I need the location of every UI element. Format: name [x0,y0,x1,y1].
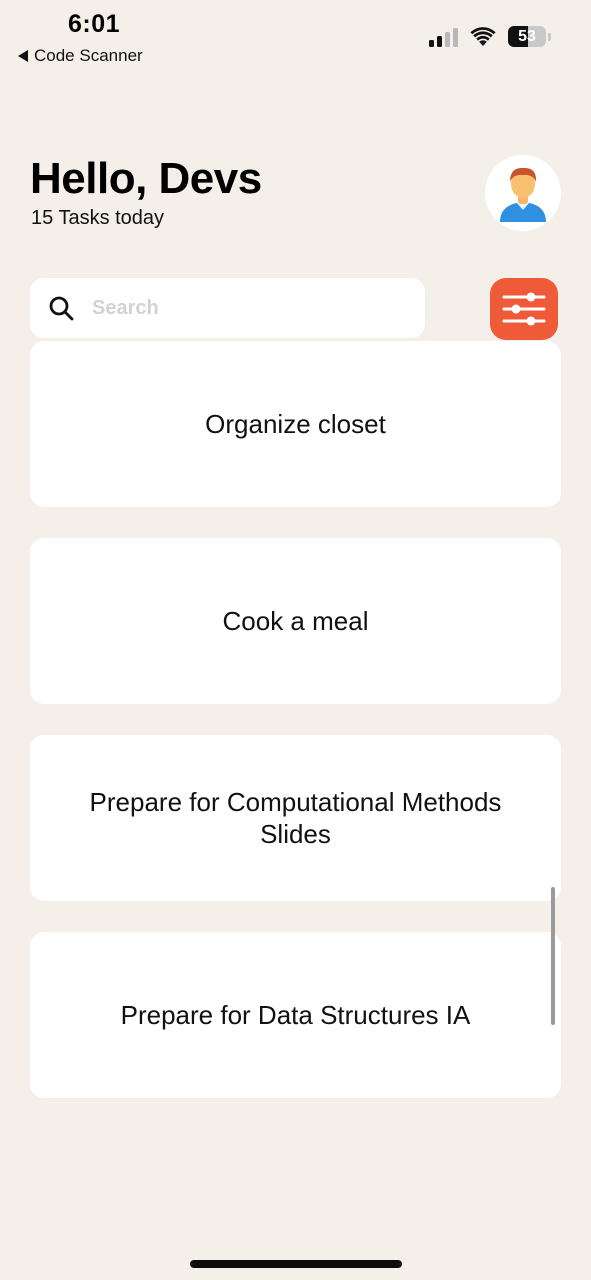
status-indicators: 53 [429,26,551,47]
scroll-indicator[interactable] [551,887,555,1025]
task-card[interactable]: Organize closet [30,341,561,507]
home-indicator[interactable] [190,1260,402,1268]
battery-level: 53 [518,27,536,45]
back-caret-icon [18,50,28,62]
filter-button[interactable] [490,278,558,340]
cellular-signal-icon [429,27,458,47]
search-input[interactable] [92,296,372,320]
task-card[interactable]: Prepare for Computational Methods Slides [30,735,561,901]
person-avatar-icon [500,167,546,222]
back-link-label: Code Scanner [34,46,143,65]
search-icon [49,296,74,321]
task-title: Organize closet [205,409,386,439]
task-card[interactable]: Prepare for Data Structures IA [30,932,561,1098]
app-screen: 6:01 Code Scanner 53 Hello, Devs 15 Task… [0,0,591,1280]
battery-icon: 53 [508,26,551,47]
sliders-icon [502,292,546,326]
task-title: Prepare for Data Structures IA [120,1000,471,1030]
task-card[interactable]: Cook a meal [30,538,561,704]
greeting-title: Hello, Devs [30,154,262,203]
wifi-icon [470,26,496,46]
task-title: Prepare for Computational Methods Slides [89,787,502,849]
profile-avatar[interactable] [485,155,561,231]
status-time: 6:01 [68,10,121,38]
tasks-count-subtitle: 15 Tasks today [31,207,165,229]
back-to-app-link[interactable]: Code Scanner [18,46,143,66]
search-bar[interactable] [30,278,425,338]
task-title: Cook a meal [222,606,369,636]
